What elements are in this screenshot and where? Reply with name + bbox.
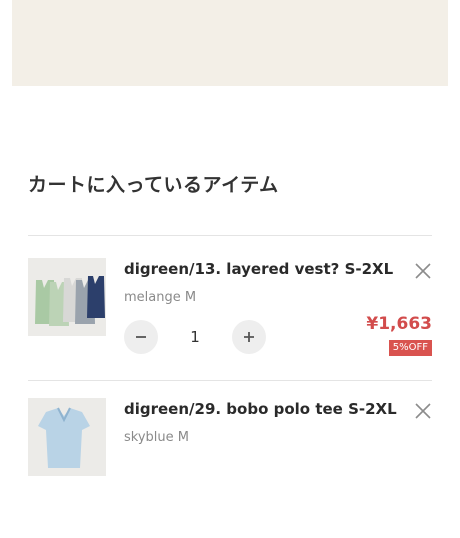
product-name[interactable]: digreen/13. layered vest? S-2XL [124, 260, 393, 278]
close-icon [415, 263, 431, 279]
plus-icon [244, 332, 254, 342]
product-name[interactable]: digreen/29. bobo polo tee S-2XL [124, 400, 397, 418]
product-variant: melange M [124, 290, 197, 305]
remove-item-button[interactable] [412, 260, 434, 282]
quantity-value: 1 [190, 328, 200, 346]
cart-item: digreen/13. layered vest? S-2XL melange … [0, 258, 460, 398]
decrease-quantity-button[interactable] [124, 320, 158, 354]
product-thumbnail[interactable] [28, 398, 106, 476]
cart-section-title: カートに入っているアイテム [28, 174, 279, 196]
discount-badge: 5%OFF [388, 340, 432, 356]
product-image-polo [28, 398, 106, 476]
cart-item: digreen/29. bobo polo tee S-2XL skyblue … [0, 398, 460, 538]
minus-icon [136, 336, 146, 338]
increase-quantity-button[interactable] [232, 320, 266, 354]
product-variant: skyblue M [124, 430, 189, 445]
remove-item-button[interactable] [412, 400, 434, 422]
close-icon [415, 403, 431, 419]
product-image-vests [28, 258, 106, 336]
product-thumbnail[interactable] [28, 258, 106, 336]
divider [28, 235, 432, 236]
item-price: ¥1,663 [366, 314, 432, 334]
divider [28, 380, 432, 381]
top-banner-image [12, 0, 448, 86]
